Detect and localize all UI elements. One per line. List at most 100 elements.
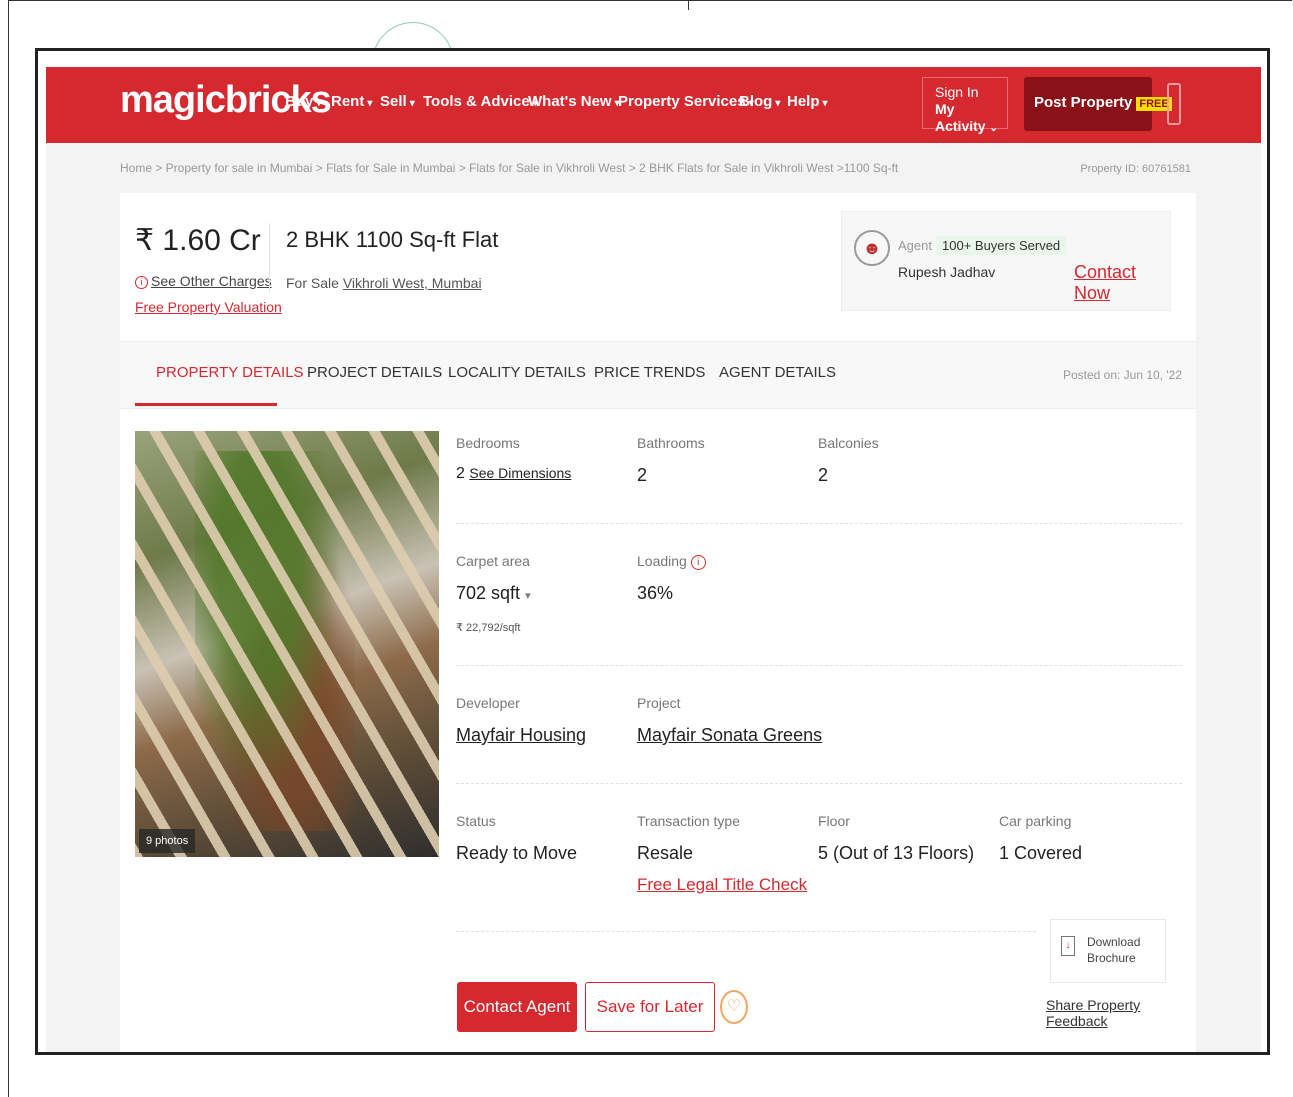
car-parking-value: 1 Covered xyxy=(999,843,1083,863)
floor-label: Floor xyxy=(818,813,850,829)
posted-date: Posted on: Jun 10, '22 xyxy=(1062,368,1182,382)
project-label: Project xyxy=(637,695,681,711)
property-title: 2 BHK 1100 Sq-ft Flat xyxy=(286,227,499,252)
row-divider xyxy=(456,783,1182,784)
property-location: For Sale Vikhroli West, Mumbai xyxy=(286,275,482,291)
property-id: Property ID: 60761581 xyxy=(1080,163,1191,175)
nav-label: Help xyxy=(787,93,820,110)
contact-agent-button[interactable]: Contact Agent xyxy=(457,982,577,1032)
page-body: magicbricks Buy ▾ Rent ▾ Sell ▾ Tools & Adv… xyxy=(46,67,1261,1052)
developer-label: Developer xyxy=(456,695,520,711)
carpet-area-label: Carpet area xyxy=(456,553,530,569)
for-sale-label: For Sale xyxy=(286,275,339,291)
post-property-label: Post Property xyxy=(1034,94,1133,111)
loading-label: Loading i xyxy=(637,553,709,570)
nav-label: Rent xyxy=(331,93,365,110)
heart-icon[interactable]: ♡ xyxy=(720,990,748,1024)
download-file-icon: ↓ xyxy=(1061,936,1075,956)
download-text: Download xyxy=(1087,935,1141,949)
nav-whats-new[interactable]: What's New ▾ xyxy=(528,93,620,110)
nav-label: Tools & Advice xyxy=(423,93,530,110)
floor-value: 5 (Out of 13 Floors) xyxy=(818,843,975,863)
property-price: ₹ 1.60 Cr xyxy=(135,224,261,257)
nav-tools-advice[interactable]: Tools & Advice ▾ xyxy=(423,93,538,110)
info-icon[interactable]: i xyxy=(690,555,706,570)
photos-count-badge[interactable]: 9 photos xyxy=(139,829,196,853)
nav-label: Sell xyxy=(380,93,407,110)
divider-tick xyxy=(688,0,689,10)
project-link[interactable]: Mayfair Sonata Greens xyxy=(637,725,822,746)
nav-label: What's New xyxy=(528,93,612,110)
loading-value: 36% xyxy=(637,583,674,603)
photo-slats xyxy=(135,431,439,857)
nav-label: Buy xyxy=(285,93,314,110)
agent-box: ☻ Agent 100+ Buyers Served Rupesh Jadhav… xyxy=(841,211,1171,311)
details-tabs: PROPERTY DETAILS PROJECT DETAILS LOCALIT… xyxy=(120,341,1196,409)
balconies-value: 2 xyxy=(818,465,829,485)
carpet-area-text: 702 sqft xyxy=(456,583,521,603)
contact-now-link[interactable]: Contact Now xyxy=(1074,262,1170,304)
tab-locality-details[interactable]: LOCALITY DETAILS xyxy=(448,364,586,381)
transaction-type-label: Transaction type xyxy=(637,813,740,829)
row-divider xyxy=(456,931,1036,932)
car-parking-label: Car parking xyxy=(999,813,1072,829)
agent-avatar-icon: ☻ xyxy=(854,230,890,266)
download-brochure-label: Download Brochure xyxy=(1087,934,1140,966)
price-per-sqft: ₹ 22,792/sqft xyxy=(456,622,521,634)
caret-down-icon: ▾ xyxy=(525,590,531,602)
free-property-valuation-link[interactable]: Free Property Valuation xyxy=(135,299,282,315)
bathrooms-value: 2 xyxy=(637,465,648,485)
brochure-text: Brochure xyxy=(1087,951,1136,965)
signin-button[interactable]: Sign In My Activity ⌄ xyxy=(922,77,1008,134)
tab-agent-details[interactable]: AGENT DETAILS xyxy=(719,364,836,381)
share-property-feedback-link[interactable]: Share Property Feedback xyxy=(1046,997,1196,1029)
post-property-button[interactable]: Post Property FREE xyxy=(1024,77,1172,131)
location-link[interactable]: Vikhroli West, Mumbai xyxy=(343,275,482,291)
balconies-label: Balconies xyxy=(818,435,879,451)
info-icon: i xyxy=(135,276,148,289)
nav-buy[interactable]: Buy ▾ xyxy=(285,93,321,110)
row-divider xyxy=(456,665,1182,666)
breadcrumb[interactable]: Home > Property for sale in Mumbai > Fla… xyxy=(120,161,898,175)
see-dimensions-link[interactable]: See Dimensions xyxy=(469,465,571,481)
status-label: Status xyxy=(456,813,496,829)
developer-link[interactable]: Mayfair Housing xyxy=(456,725,586,746)
property-photo[interactable]: 9 photos xyxy=(135,431,439,857)
nav-property-services[interactable]: Property Services ▾ xyxy=(618,93,754,110)
mobile-phone-icon[interactable] xyxy=(1167,83,1181,125)
agent-name: Rupesh Jadhav xyxy=(898,264,996,280)
download-brochure-button[interactable]: ↓ Download Brochure xyxy=(1050,919,1166,983)
save-for-later-button[interactable]: Save for Later xyxy=(585,982,715,1032)
screenshot-frame: magicbricks Buy ▾ Rent ▾ Sell ▾ Tools & Adv… xyxy=(35,48,1270,1055)
nav-label: Property Services xyxy=(618,93,746,110)
top-navbar: magicbricks Buy ▾ Rent ▾ Sell ▾ Tools & Adv… xyxy=(46,67,1261,143)
transaction-type-value: Resale xyxy=(637,843,694,863)
chevron-down-icon: ▾ xyxy=(775,98,781,109)
nav-help[interactable]: Help ▾ xyxy=(787,93,828,110)
property-card: ₹ 1.60 Cr i See Other Charges Free Proper… xyxy=(120,193,1196,1052)
free-legal-title-check-link[interactable]: Free Legal Title Check xyxy=(637,875,807,895)
nav-rent[interactable]: Rent ▾ xyxy=(331,93,372,110)
status-value: Ready to Move xyxy=(456,843,578,863)
bedrooms-count: 2 xyxy=(456,465,465,482)
signin-label: Sign In xyxy=(935,84,979,100)
bedrooms-label: Bedrooms xyxy=(456,435,520,451)
bedrooms-value: 2 See Dimensions xyxy=(456,465,571,483)
carpet-area-value[interactable]: 702 sqft ▾ xyxy=(456,583,531,604)
chevron-down-icon: ▾ xyxy=(822,98,828,109)
see-other-charges-link[interactable]: i See Other Charges xyxy=(135,273,272,289)
chevron-down-icon: ▾ xyxy=(367,98,373,109)
chevron-down-icon: ⌄ xyxy=(989,123,998,134)
nav-blog[interactable]: Blog ▾ xyxy=(739,93,780,110)
tab-project-details[interactable]: PROJECT DETAILS xyxy=(307,364,442,381)
vertical-divider xyxy=(269,223,270,293)
loading-text: Loading xyxy=(637,553,687,569)
chevron-down-icon: ▾ xyxy=(316,98,322,109)
nav-sell[interactable]: Sell ▾ xyxy=(380,93,415,110)
tab-property-details[interactable]: PROPERTY DETAILS xyxy=(156,364,304,381)
agent-label: Agent xyxy=(898,238,932,253)
other-charges-label: See Other Charges xyxy=(151,273,272,289)
nav-label: Blog xyxy=(739,93,773,110)
my-activity-label: My Activity ⌄ xyxy=(935,101,998,134)
tab-price-trends[interactable]: PRICE TRENDS xyxy=(594,364,705,381)
